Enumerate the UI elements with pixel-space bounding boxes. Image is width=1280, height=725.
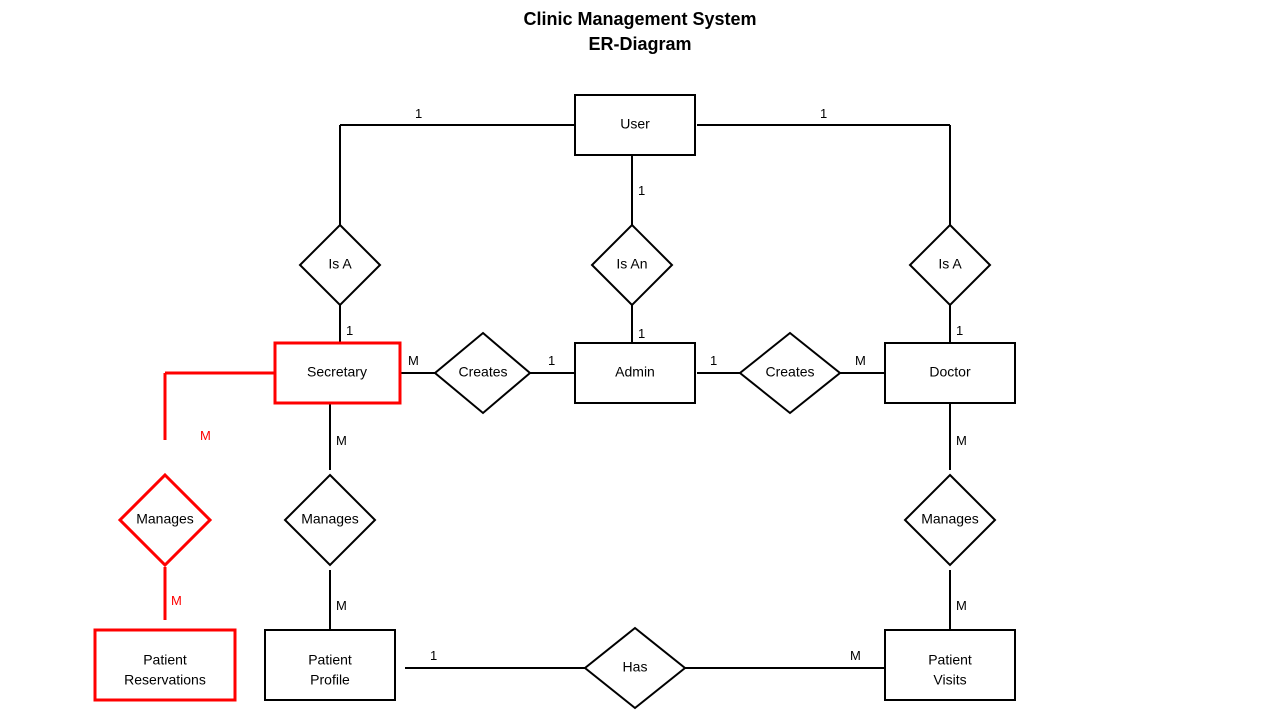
card-user-isa-left: 1 [415, 106, 422, 121]
admin-label: Admin [615, 364, 655, 380]
card-isan-admin: 1 [638, 326, 645, 341]
is-an-label: Is An [616, 256, 647, 272]
patient-visits-label1: Patient [928, 652, 972, 668]
card-pp-has: 1 [430, 648, 437, 663]
card-isa-secretary: 1 [346, 323, 353, 338]
card-manages2-pp-m: M [336, 598, 347, 613]
creates-left-label: Creates [458, 364, 507, 380]
patient-reservations-label2: Reservations [124, 672, 206, 688]
secretary-label: Secretary [307, 364, 367, 380]
diagram-title: Clinic Management System [523, 9, 756, 29]
doctor-label: Doctor [929, 364, 971, 380]
patient-profile-label2: Profile [310, 672, 350, 688]
card-secretary-manages-m: M [200, 428, 211, 443]
card-user-isan: 1 [638, 183, 645, 198]
manages-right-label: Manages [921, 511, 979, 527]
card-creates1-admin: 1 [548, 353, 555, 368]
card-user-isa-right: 1 [820, 106, 827, 121]
card-doctor-manages3-m: M [956, 433, 967, 448]
card-manages-pr-m: M [171, 593, 182, 608]
creates-right-label: Creates [765, 364, 814, 380]
patient-profile-label1: Patient [308, 652, 352, 668]
manages-center-label: Manages [301, 511, 359, 527]
card-creates2-doctor: M [855, 353, 866, 368]
card-secretary-creates-m: M [408, 353, 419, 368]
patient-visits-label2: Visits [933, 672, 966, 688]
has-label: Has [623, 659, 648, 675]
is-a-right-label: Is A [938, 256, 962, 272]
card-isa-doctor: 1 [956, 323, 963, 338]
diagram-subtitle: ER-Diagram [588, 34, 691, 54]
card-admin-creates2: 1 [710, 353, 717, 368]
card-has-pv: M [850, 648, 861, 663]
manages-left-label: Manages [136, 511, 194, 527]
user-label: User [620, 116, 650, 132]
card-secretary-manages2-m: M [336, 433, 347, 448]
card-manages3-pv-m: M [956, 598, 967, 613]
patient-reservations-label1: Patient [143, 652, 187, 668]
is-a-left-label: Is A [328, 256, 352, 272]
